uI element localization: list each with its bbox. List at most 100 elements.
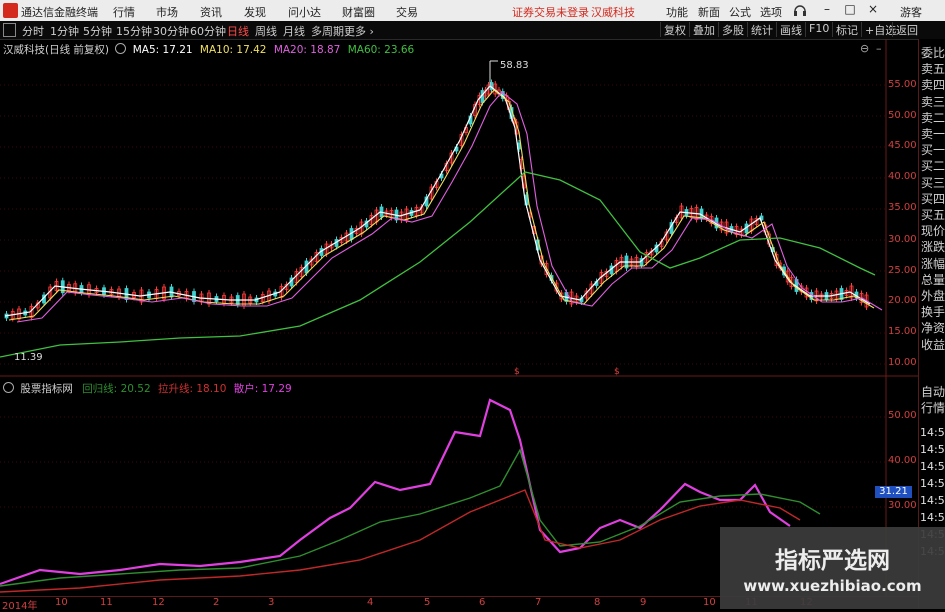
y-tick: 20.00 [888,295,917,306]
y-tick: 15.00 [888,326,917,337]
maximize-button[interactable]: □ [843,2,857,18]
quote-field-label: 净资 [921,321,945,336]
y-tick: 50.00 [888,110,917,121]
menu-xinmian[interactable]: 新面 [698,4,720,20]
menu-gongshi[interactable]: 公式 [729,4,751,20]
x-tick: 9 [640,597,647,608]
y-tick: 25.00 [888,265,917,276]
period-more[interactable]: 更多 › [344,23,374,39]
period-toolbar: 分时 1分钟 5分钟 15分钟 30分钟 60分钟 日线 周线 月线 多周期 更… [0,21,945,40]
tool-f10[interactable]: F10 [805,22,832,37]
menu-faxian[interactable]: 发现 [244,4,266,20]
quote-field-label: 委比 [921,46,945,60]
tick-time: 14:50 [920,511,945,524]
x-tick: 7 [535,597,542,608]
x-tick: 11 [100,597,113,608]
quote-field-label: 涨跌 [921,240,945,255]
x-tick: 2 [213,597,220,608]
sanhu-label: 散户: 17.29 [233,383,292,395]
kline-chart[interactable] [0,39,945,609]
sub-y-tick: 40.00 [888,455,917,466]
x-tick: 10 [703,597,716,608]
quote-field-label: 总量 [921,272,945,287]
y-tick: 55.00 [888,79,917,90]
tool-biaoji[interactable]: 标记 [832,22,861,37]
trade-login-notice[interactable]: 证券交易未登录 [512,4,589,20]
quote-field-label: 买二 [921,159,945,174]
tool-tongji[interactable]: 统计 [747,22,776,37]
quote-field-label: 卖三 [921,94,945,109]
menu-shichang[interactable]: 市场 [156,4,178,20]
x-tick: 2014年 [2,601,38,612]
period-5min[interactable]: 5分钟 [83,23,112,39]
y-tick: 40.00 [888,171,917,182]
tick-time: 14:50 [920,443,945,456]
sub-chart-title: 股票指标网 [20,383,73,395]
quote-label: 行情 [921,401,945,416]
quote-label-list: 委比 卖五 卖四 卖三 卖二 卖一 买一 买二 买三 买四 买五 现价 涨跌 涨幅 总量 外盘 换手 净资 收益 [921,45,945,353]
headset-icon[interactable] [793,2,807,18]
period-weekly[interactable]: 周线 [255,23,277,39]
period-30min[interactable]: 30分钟 [153,23,189,39]
menu-wenxiaoda[interactable]: 问小达 [288,4,321,20]
period-15min[interactable]: 15分钟 [116,23,152,39]
quote-field-label: 收益 [921,337,945,352]
quote-field-label: 卖五 [921,62,945,77]
tool-duogu[interactable]: 多股 [718,22,747,37]
quote-field-label: 买五 [921,208,945,223]
menu-xuanxiang[interactable]: 选项 [760,4,782,20]
tool-back[interactable]: 返回 [892,22,921,37]
huiguixian-label: 回归线: 20.52 [82,383,151,395]
auto-label: 自动 [921,385,945,399]
quote-field-label: 买一 [921,143,945,158]
period-multi[interactable]: 多周期 [311,23,344,39]
tool-huaxian[interactable]: 画线 [776,22,805,37]
guest-label[interactable]: 游客 [900,4,922,20]
period-1min[interactable]: 1分钟 [50,23,79,39]
menu-jiaoyi[interactable]: 交易 [396,4,418,20]
menu-zixun[interactable]: 资讯 [200,4,222,20]
period-daily[interactable]: 日线 [227,23,249,39]
period-60min[interactable]: 60分钟 [190,23,226,39]
menu-hangqing[interactable]: 行情 [113,4,135,20]
period-fenshi[interactable]: 分时 [22,23,44,39]
event-mark[interactable]: $ [514,367,520,377]
lashengxian-label: 拉升线: 18.10 [157,383,227,395]
quote-field-label: 现价 [921,224,945,239]
tick-time: 14:50 [920,460,945,473]
y-tick: 45.00 [888,140,917,151]
period-monthly[interactable]: 月线 [283,23,305,39]
close-button[interactable]: × [866,2,880,18]
tick-time: 14:50 [920,426,945,439]
x-tick: 5 [424,597,431,608]
settings-circle-icon[interactable] [3,382,14,393]
menu-gongneng[interactable]: 功能 [666,4,688,20]
event-mark[interactable]: $ [614,367,620,377]
current-value-tag: 31.21 [875,486,912,498]
app-logo-icon [3,3,18,18]
watermark-banner: 指标严选网 www.xuezhibiao.com [720,527,945,609]
y-tick: 10.00 [888,357,917,368]
tick-time: 14:50 [920,477,945,490]
quote-field-label: 买四 [921,191,945,206]
quote-field-label: 换手 [921,305,945,320]
x-tick: 6 [479,597,486,608]
quote-field-label: 外盘 [921,289,945,304]
panel-toggle-icon[interactable] [3,23,16,37]
quote-field-label: 卖四 [921,78,945,93]
high-price-label: 58.83 [500,60,529,71]
auto-quote-label[interactable]: 自动 行情 [921,384,945,416]
sub-y-tick: 30.00 [888,500,917,511]
current-stock-name: 汉威科技 [591,6,635,19]
sub-chart-legend: 股票指标网 回归线: 20.52 拉升线: 18.10 散户: 17.29 [3,381,292,396]
x-tick: 4 [367,597,374,608]
tool-diejia[interactable]: 叠加 [689,22,718,37]
quote-field-label: 买三 [921,175,945,190]
minimize-button[interactable]: – [820,2,834,18]
x-tick: 8 [594,597,601,608]
tool-fuquan[interactable]: 复权 [660,22,689,37]
menu-caifuquan[interactable]: 财富圈 [342,4,375,20]
y-tick: 35.00 [888,202,917,213]
tick-time: 14:50 [920,494,945,507]
x-tick: 10 [55,597,68,608]
